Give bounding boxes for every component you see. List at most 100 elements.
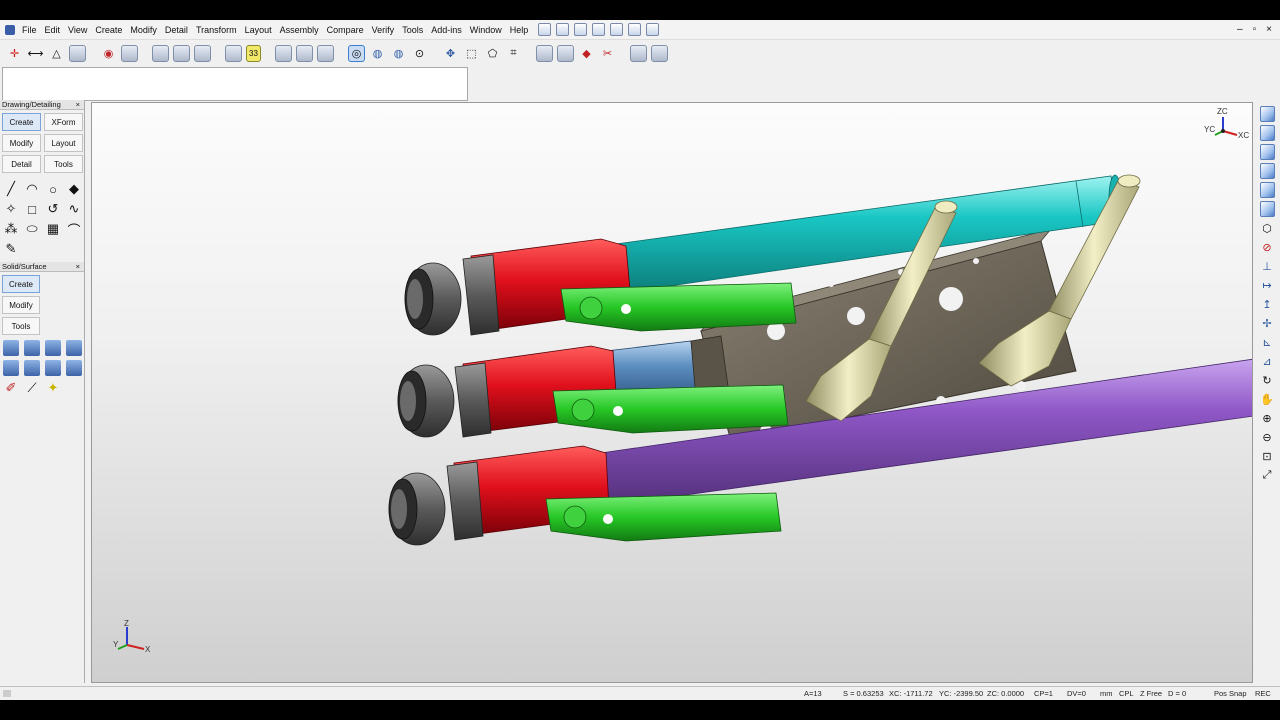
spline-icon[interactable]: ∿ xyxy=(66,201,82,217)
layer-manager-icon[interactable] xyxy=(152,44,169,62)
hatch-icon[interactable]: ▦ xyxy=(45,221,61,237)
arc-icon[interactable]: ◠ xyxy=(24,181,40,197)
view-right-icon[interactable] xyxy=(1259,201,1275,217)
view-front-icon[interactable] xyxy=(1259,106,1275,122)
open-file-icon[interactable] xyxy=(556,23,570,36)
box-icon[interactable] xyxy=(3,340,19,356)
view-rotate-icon[interactable]: ◍ xyxy=(369,45,386,62)
view-top-icon[interactable] xyxy=(1259,144,1275,160)
zoom-in-icon[interactable]: ⊕ xyxy=(1260,410,1275,426)
menu-create[interactable]: Create xyxy=(91,20,126,40)
sketch-icon[interactable]: ✎ xyxy=(3,241,19,257)
plane-icon[interactable]: ⊾ xyxy=(1260,334,1275,350)
axis-icon[interactable]: ⊥ xyxy=(1260,258,1275,274)
menu-layout[interactable]: Layout xyxy=(241,20,276,40)
triangle-icon[interactable]: △ xyxy=(48,45,65,62)
printer-icon[interactable] xyxy=(225,44,242,62)
drawing-modify-button[interactable]: Modify xyxy=(2,134,41,152)
menu-compare[interactable]: Compare xyxy=(323,20,368,40)
render-sphere-icon[interactable]: ◉ xyxy=(100,45,117,62)
menu-window[interactable]: Window xyxy=(466,20,506,40)
refresh-icon[interactable]: ↻ xyxy=(1260,372,1275,388)
extrude-icon[interactable] xyxy=(24,340,40,356)
menu-detail[interactable]: Detail xyxy=(161,20,192,40)
view-fit-icon[interactable]: ⊙ xyxy=(411,45,428,62)
drawing-layout-button[interactable]: Layout xyxy=(44,134,83,152)
view-left-icon[interactable] xyxy=(1259,182,1275,198)
status-dv[interactable]: DV=0 xyxy=(1067,689,1086,698)
status-zfree[interactable]: Z Free xyxy=(1140,689,1162,698)
close-button[interactable]: × xyxy=(1266,20,1272,40)
menu-transform[interactable]: Transform xyxy=(192,20,241,40)
assembly-icon[interactable] xyxy=(630,44,647,62)
line-icon[interactable]: ╱ xyxy=(3,181,19,197)
fillet-icon[interactable]: ↺ xyxy=(45,201,61,217)
pan-icon[interactable]: ✋ xyxy=(1260,391,1275,407)
helix-icon[interactable]: ⌒ xyxy=(66,221,82,238)
point-tool-icon[interactable]: ◆ xyxy=(66,181,82,197)
zoom-window-icon[interactable]: ⊡ xyxy=(1260,448,1275,464)
assembly-model[interactable]: ZC YC XC Z Y X xyxy=(92,103,1253,683)
menu-help[interactable]: Help xyxy=(506,20,533,40)
status-rec[interactable]: REC xyxy=(1255,689,1271,698)
menu-assembly[interactable]: Assembly xyxy=(276,20,323,40)
solid-create-button[interactable]: Create xyxy=(2,275,40,293)
print-preview-icon[interactable] xyxy=(610,23,624,36)
zoom-out-icon[interactable]: ⊖ xyxy=(1260,429,1275,445)
loft-icon[interactable] xyxy=(3,360,19,376)
solid-modify-button[interactable]: Modify xyxy=(2,296,40,314)
status-depth[interactable]: D = 0 xyxy=(1168,689,1186,698)
offset-icon[interactable]: ⁂ xyxy=(3,221,19,237)
ellipse-icon[interactable]: ⬭ xyxy=(24,221,40,237)
hole-icon[interactable] xyxy=(45,360,61,376)
view-bottom-icon[interactable] xyxy=(1259,163,1275,179)
sweep-icon[interactable] xyxy=(66,340,82,356)
status-possnap[interactable]: Pos Snap xyxy=(1214,689,1247,698)
view-back-icon[interactable] xyxy=(1259,125,1275,141)
layer-icon[interactable] xyxy=(69,44,86,62)
undo-icon[interactable] xyxy=(628,23,642,36)
drawing-detail-button[interactable]: Detail xyxy=(2,155,41,173)
status-cp[interactable]: CP=1 xyxy=(1034,689,1053,698)
axis-x-icon[interactable]: ↦ xyxy=(1260,277,1275,293)
close-panel-icon[interactable]: × xyxy=(76,100,80,109)
light-icon[interactable]: ✦ xyxy=(45,380,61,396)
circle-icon[interactable]: ○ xyxy=(45,181,61,197)
menu-modify[interactable]: Modify xyxy=(126,20,161,40)
status-cpl[interactable]: CPL xyxy=(1119,689,1134,698)
minimize-button[interactable]: – xyxy=(1237,20,1243,40)
menu-file[interactable]: File xyxy=(18,20,41,40)
snap-icon[interactable]: ✥ xyxy=(442,45,459,62)
view-isometric-icon[interactable]: ⬡ xyxy=(1260,220,1275,236)
plane-align-icon[interactable]: ⊿ xyxy=(1260,353,1275,369)
drawing-create-button[interactable]: Create xyxy=(2,113,41,131)
new-file-icon[interactable] xyxy=(538,23,552,36)
view-zoom-icon[interactable]: ◍ xyxy=(390,45,407,62)
menu-tools[interactable]: Tools xyxy=(398,20,427,40)
menu-view[interactable]: View xyxy=(64,20,91,40)
menu-verify[interactable]: Verify xyxy=(368,20,399,40)
point-icon[interactable]: ✛ xyxy=(6,45,23,62)
graphics-viewport[interactable]: ZC YC XC Z Y X xyxy=(91,102,1253,683)
command-area[interactable] xyxy=(2,67,468,101)
dimension-icon[interactable]: ⟷ xyxy=(27,45,44,62)
boolean-icon[interactable] xyxy=(66,360,82,376)
list-icon[interactable] xyxy=(275,44,292,62)
solid-box-icon[interactable] xyxy=(536,44,553,62)
revolve-icon[interactable] xyxy=(45,340,61,356)
view-select-icon[interactable]: ◎ xyxy=(348,44,365,62)
shell-icon[interactable] xyxy=(24,360,40,376)
layer-number-box[interactable]: 33 xyxy=(246,44,261,62)
edge-icon[interactable]: ✐ xyxy=(3,380,19,396)
menu-add-ins[interactable]: Add-ins xyxy=(427,20,466,40)
layer-settings-icon[interactable] xyxy=(173,44,190,62)
solid-tools-button[interactable]: Tools xyxy=(2,317,40,335)
solid-trim-icon[interactable]: ✂ xyxy=(599,45,616,62)
restore-button[interactable]: ▫ xyxy=(1253,20,1257,40)
axis-y-icon[interactable]: ↥ xyxy=(1260,296,1275,312)
shaded-icon[interactable] xyxy=(121,44,138,62)
assembly-tree-icon[interactable] xyxy=(651,44,668,62)
lasso-icon[interactable]: ⌗ xyxy=(505,45,522,62)
measure-icon[interactable] xyxy=(317,44,334,62)
tree-icon[interactable] xyxy=(296,44,313,62)
